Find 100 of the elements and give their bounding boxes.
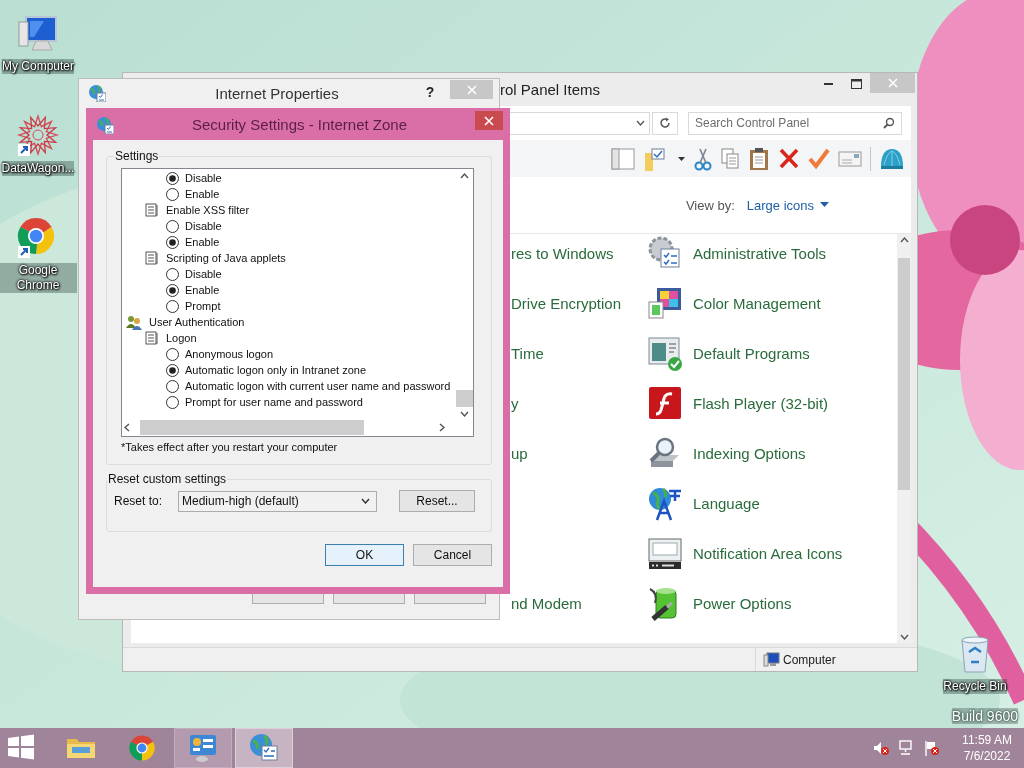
radio-button[interactable] <box>166 363 179 377</box>
color-monitor-icon <box>647 285 683 321</box>
reset-button[interactable]: Reset... <box>399 490 475 512</box>
star-icon <box>16 114 60 158</box>
control-panel-link[interactable]: Indexing Options <box>693 444 897 462</box>
scrollbar-thumb[interactable] <box>455 390 473 407</box>
refresh-button[interactable] <box>652 111 678 135</box>
layout-pane-icon[interactable] <box>611 146 635 171</box>
control-panel-link[interactable]: Notification Area Icons <box>693 544 897 562</box>
window-check-icon <box>647 335 683 371</box>
settings-list-icon <box>145 203 160 217</box>
option-label: Anonymous logon <box>185 348 274 360</box>
window-title: rol Panel Items <box>500 80 602 100</box>
settings-list-icon <box>145 331 160 345</box>
radio-button[interactable] <box>166 219 179 233</box>
option-label: Prompt <box>185 300 221 312</box>
control-panel-link[interactable]: Time <box>511 344 647 362</box>
taskbar-screen-icon <box>647 535 683 571</box>
chevron-down-icon <box>636 120 645 126</box>
close-button[interactable] <box>475 111 503 130</box>
chrome-icon <box>127 733 157 763</box>
control-panel-link[interactable]: Default Programs <box>693 344 897 362</box>
option-label: Disable <box>185 268 222 280</box>
dialog-title: Security Settings - Internet Zone <box>190 115 409 135</box>
control-panel-link[interactable]: Flash Player (32-bit) <box>693 394 897 412</box>
dialog-button[interactable]: Cancel <box>413 544 492 566</box>
globe-checklist-icon <box>96 116 114 134</box>
control-panel-link[interactable]: Drive Encryption <box>511 294 647 312</box>
search-box[interactable]: Search Control Panel <box>688 111 902 135</box>
view-by-label: View by: <box>685 197 735 213</box>
globe-letter-icon <box>647 485 683 521</box>
computer-icon <box>763 652 780 667</box>
radio-button[interactable] <box>166 395 179 409</box>
radio-button[interactable] <box>166 187 179 201</box>
settings-listbox[interactable] <box>121 168 474 437</box>
option-label: Enable <box>185 284 220 296</box>
globe-checklist-icon <box>249 733 279 763</box>
caret-icon <box>820 202 829 208</box>
window-title: Internet Properties <box>214 84 340 104</box>
admin-tools-icon <box>647 235 683 271</box>
globe-checklist-icon <box>88 84 106 102</box>
reset-level-dropdown[interactable]: Medium-high (default) <box>178 490 377 512</box>
settings-list-icon <box>145 251 160 265</box>
option-label: Automatic logon with current user name and password <box>185 380 451 392</box>
radio-button[interactable] <box>166 283 179 297</box>
network-icon[interactable] <box>898 740 914 756</box>
scroll-right-icon <box>437 423 447 432</box>
checkmark-icon[interactable] <box>808 146 830 171</box>
flash-icon <box>647 385 683 421</box>
shell-icon[interactable] <box>879 146 905 171</box>
status-text: Computer <box>783 652 836 667</box>
control-panel-link[interactable]: Administrative Tools <box>693 244 897 262</box>
radio-button[interactable] <box>166 347 179 361</box>
group-label: Reset custom settings <box>107 472 228 486</box>
scissors-icon[interactable] <box>694 146 712 171</box>
control-panel-link[interactable]: Language <box>693 494 897 512</box>
control-panel-link[interactable]: Color Management <box>693 294 897 312</box>
control-panel-icon <box>188 733 218 763</box>
close-icon <box>465 83 478 96</box>
option-label: Disable <box>185 172 222 184</box>
refresh-icon <box>659 117 671 129</box>
maximize-icon <box>850 79 862 89</box>
search-field[interactable]: Search Control Panel <box>695 114 845 132</box>
control-panel-link[interactable]: up <box>511 444 647 462</box>
control-panel-link[interactable]: res to Windows <box>511 244 647 262</box>
scrollbar-thumb[interactable] <box>898 258 910 490</box>
view-by-dropdown[interactable]: Large icons <box>746 197 829 213</box>
chevron-down-icon <box>361 498 370 504</box>
option-label: Enable <box>185 236 220 248</box>
radio-button[interactable] <box>166 171 179 185</box>
radio-button[interactable] <box>166 235 179 249</box>
flag-alert-icon[interactable] <box>923 740 939 756</box>
search-icon <box>883 117 895 129</box>
scrollbar-thumb[interactable] <box>140 420 364 435</box>
option-label: Disable <box>185 220 222 232</box>
clipboard-icon[interactable] <box>748 146 770 171</box>
option-label: Logon <box>166 332 197 344</box>
dialog-button[interactable]: OK <box>325 544 404 566</box>
help-button[interactable]: ? <box>420 81 440 103</box>
option-label: Scripting of Java applets <box>166 252 286 264</box>
radio-button[interactable] <box>166 267 179 281</box>
control-panel-link[interactable]: y <box>511 394 647 412</box>
scroll-down-icon <box>459 409 469 419</box>
delete-x-icon[interactable] <box>778 146 800 171</box>
users-icon <box>126 314 143 330</box>
control-panel-link[interactable]: nd Modem <box>511 594 647 612</box>
field-label: Reset to: <box>114 494 164 508</box>
vertical-scrollbar[interactable] <box>897 234 911 643</box>
taskbar-button[interactable] <box>174 728 232 768</box>
group-label: Settings <box>114 149 160 163</box>
option-label: Enable <box>185 188 220 200</box>
control-panel-link[interactable]: Power Options <box>693 594 897 612</box>
taskbar-button[interactable] <box>235 728 293 768</box>
speaker-muted-icon[interactable] <box>873 740 889 756</box>
radio-button[interactable] <box>166 299 179 313</box>
option-label: User Authentication <box>149 316 245 328</box>
radio-button[interactable] <box>166 379 179 393</box>
copy-icon[interactable] <box>720 146 740 171</box>
option-label: Automatic logon only in Intranet zone <box>185 364 366 376</box>
close-icon <box>886 77 899 89</box>
